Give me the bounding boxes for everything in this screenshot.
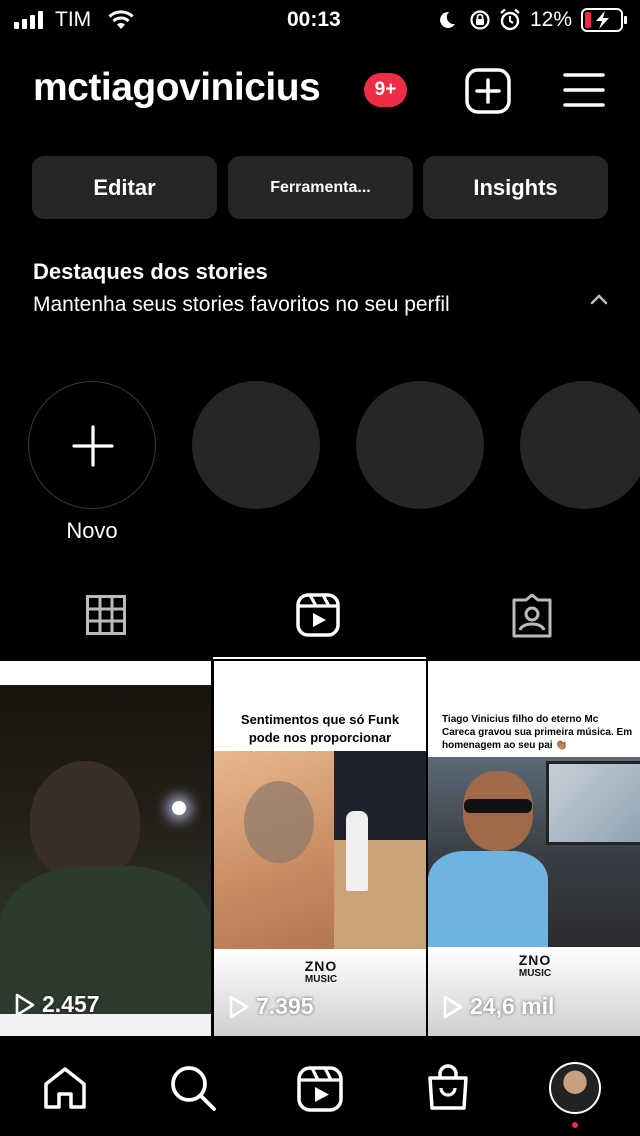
- monitor: [546, 761, 640, 845]
- plus-icon: [72, 425, 114, 467]
- battery-percent: 12%: [530, 8, 573, 31]
- tools-button[interactable]: Ferramenta...: [228, 156, 413, 219]
- reel-caption: Sentimentos que só Funk pode nos proporc…: [240, 712, 400, 745]
- edit-profile-button[interactable]: Editar: [32, 156, 217, 219]
- active-tab-indicator: [213, 657, 426, 659]
- play-icon: [229, 995, 249, 1018]
- profile-username[interactable]: mctiagovinicius: [33, 66, 321, 110]
- sunglasses: [464, 799, 532, 813]
- view-count: 7.395: [228, 993, 314, 1020]
- view-count: 24,6 mil: [442, 993, 554, 1020]
- insights-button[interactable]: Insights: [423, 156, 608, 219]
- profile-avatar[interactable]: [549, 1062, 601, 1114]
- highlight-placeholder: [520, 381, 640, 509]
- highlight-placeholder: [192, 381, 320, 509]
- bottom-nav: [0, 1040, 640, 1136]
- grid-icon[interactable]: [86, 595, 126, 635]
- highlight-placeholder: [356, 381, 484, 509]
- new-highlight-label: Novo: [66, 518, 118, 543]
- battery-charging-icon: [581, 8, 627, 32]
- view-count: 2.457: [14, 991, 100, 1018]
- new-highlight-button[interactable]: [28, 381, 156, 509]
- menu-icon[interactable]: [563, 72, 605, 108]
- tools-label: Ferramenta...: [270, 178, 371, 196]
- shirt: [428, 851, 548, 947]
- performer: [346, 811, 368, 891]
- play-icon: [443, 995, 463, 1018]
- zno-music-logo: ZNO MUSIC: [518, 952, 552, 980]
- edit-profile-label: Editar: [93, 174, 156, 200]
- clock: 00:13: [287, 8, 341, 31]
- light-glare: [172, 801, 186, 815]
- reel-thumbnail[interactable]: Sentimentos que só Funk pode nos proporc…: [214, 661, 426, 1036]
- home-icon[interactable]: [42, 1066, 88, 1110]
- view-count-value: 7.395: [256, 993, 314, 1019]
- carrier-label: TIM: [55, 8, 92, 31]
- view-count-value: 24,6 mil: [470, 993, 555, 1019]
- moon-icon: [440, 11, 455, 28]
- create-post-icon[interactable]: [465, 68, 511, 114]
- reels-nav-icon[interactable]: [297, 1066, 343, 1112]
- reel-thumbnail[interactable]: Tiago Vinicius filho do eterno Mc Careca…: [428, 661, 640, 1036]
- highlights-title: Destaques dos stories: [33, 259, 268, 284]
- shop-icon[interactable]: [426, 1064, 470, 1112]
- highlights-description: Mantenha seus stories favoritos no seu p…: [33, 293, 450, 316]
- notification-badge[interactable]: 9+: [364, 73, 407, 107]
- chevron-up-icon[interactable]: [589, 292, 609, 306]
- search-icon[interactable]: [169, 1064, 217, 1112]
- reels-icon[interactable]: [296, 593, 340, 637]
- alarm-icon: [500, 8, 520, 31]
- tagged-icon[interactable]: [510, 594, 554, 638]
- play-icon: [15, 993, 35, 1016]
- signal-icon: [14, 11, 48, 29]
- insights-label: Insights: [473, 174, 558, 200]
- notification-dot: [572, 1122, 578, 1128]
- view-count-value: 2.457: [42, 991, 100, 1017]
- orientation-lock-icon: [470, 10, 490, 30]
- reel-thumbnail[interactable]: 2.457: [0, 661, 211, 1036]
- zno-music-logo: ZNO MUSIC: [304, 958, 338, 986]
- wifi-icon: [108, 10, 134, 29]
- tattoo-face: [244, 781, 314, 863]
- person-silhouette: [30, 761, 140, 881]
- status-bar: TIM 00:13 12%: [0, 0, 640, 40]
- reel-caption: Tiago Vinicius filho do eterno Mc Careca…: [442, 714, 633, 751]
